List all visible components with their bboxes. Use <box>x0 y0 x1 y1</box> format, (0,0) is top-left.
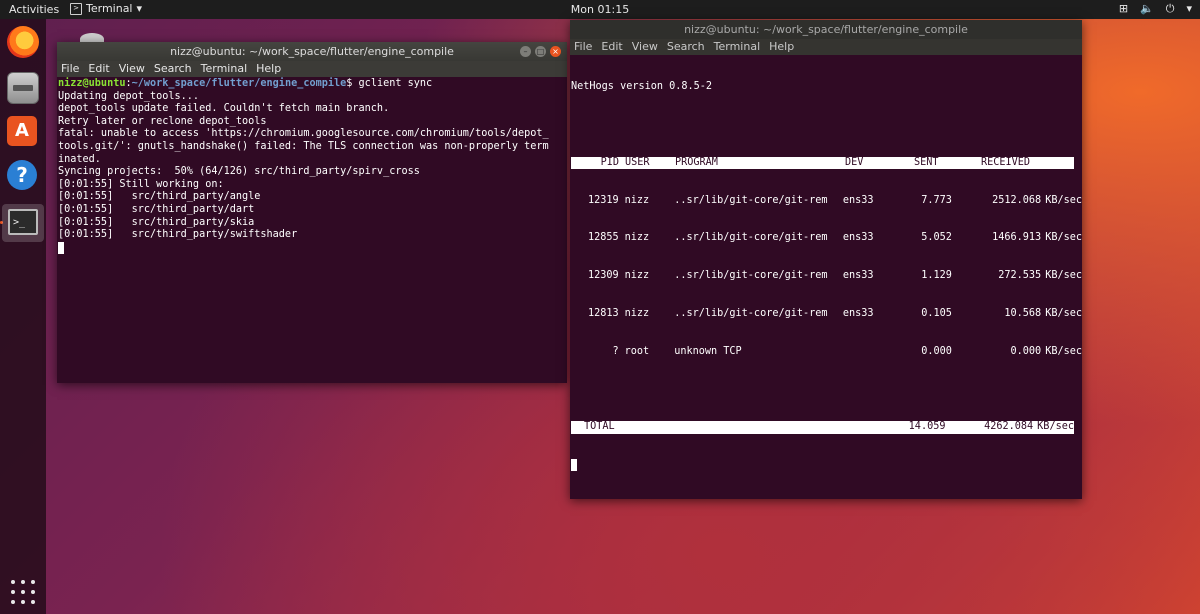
output-line: [0:01:55] Still working on: <box>58 178 224 190</box>
table-row: 12319 nizz ..sr/lib/git-core/git-rem ens… <box>587 194 1082 206</box>
output-line: Syncing projects: 50% (64/126) src/third… <box>58 166 420 178</box>
command-line: nizz@ubuntu:~/work_space/flutter/engine_… <box>58 78 433 89</box>
output-line: [0:01:55] src/third_party/skia <box>58 216 255 228</box>
window-title: nizz@ubuntu: ~/work_space/flutter/engine… <box>170 45 454 58</box>
output-line: [0:01:55] src/third_party/swiftshader <box>58 229 298 241</box>
output-line: [0:01:55] src/third_party/dart <box>58 203 255 215</box>
window-titlebar[interactable]: nizz@ubuntu: ~/work_space/flutter/engine… <box>570 20 1082 39</box>
activities-button[interactable]: Activities <box>9 3 59 16</box>
nethogs-version: NetHogs version 0.8.5-2 <box>571 81 713 93</box>
app-menu-label: Terminal <box>86 2 133 15</box>
total-row: TOTAL 14.059 4262.084 KB/sec <box>571 421 1074 434</box>
table-row: 12309 nizz ..sr/lib/git-core/git-rem ens… <box>587 270 1082 282</box>
terminal-output[interactable]: nizz@ubuntu:~/work_space/flutter/engine_… <box>57 77 567 254</box>
power-icon[interactable]: ⏻ <box>1166 2 1175 16</box>
firefox-icon[interactable] <box>7 26 39 58</box>
chevron-down-icon: ▾ <box>136 2 143 15</box>
top-bar: Activities > Terminal ▾ Mon 01:15 ⊞ 🔈 ⏻ … <box>0 0 1200 19</box>
nethogs-output[interactable]: NetHogs version 0.8.5-2 PID USER PROGRAM… <box>570 55 1082 497</box>
output-line: inated. <box>58 153 101 165</box>
menu-view[interactable]: View <box>632 39 658 55</box>
network-icon[interactable]: ⊞ <box>1119 2 1128 16</box>
close-icon[interactable]: × <box>550 46 561 57</box>
output-line: depot_tools update failed. Couldn't fetc… <box>58 103 390 115</box>
menu-view[interactable]: View <box>119 61 145 77</box>
help-icon[interactable]: ? <box>7 160 37 190</box>
prompt-path: ~/work_space/flutter/engine_compile <box>131 78 347 89</box>
output-line: Retry later or reclone depot_tools <box>58 115 267 127</box>
prompt-user: nizz@ubuntu <box>58 78 126 89</box>
menu-bar: File Edit View Search Terminal Help <box>57 61 567 77</box>
system-tray[interactable]: ⊞ 🔈 ⏻ ▾ <box>1119 2 1192 16</box>
prompt-command: $ gclient sync <box>346 78 433 89</box>
show-apps-icon[interactable] <box>11 580 35 604</box>
output-line: [0:01:55] src/third_party/angle <box>58 191 261 203</box>
menu-search[interactable]: Search <box>154 61 192 77</box>
maximize-icon[interactable]: □ <box>535 46 546 57</box>
menu-help[interactable]: Help <box>769 39 794 55</box>
menu-help[interactable]: Help <box>256 61 281 77</box>
text-cursor <box>571 459 577 471</box>
terminal-window-gclient[interactable]: nizz@ubuntu: ~/work_space/flutter/engine… <box>57 42 567 383</box>
clock[interactable]: Mon 01:15 <box>0 3 1200 16</box>
minimize-icon[interactable]: – <box>520 46 531 57</box>
menu-file[interactable]: File <box>574 39 592 55</box>
table-header: PID USER PROGRAM DEV SENT RECEIVED <box>571 156 1074 170</box>
text-cursor <box>58 241 64 254</box>
files-icon[interactable] <box>7 72 39 104</box>
terminal-icon[interactable]: >_ <box>2 204 44 242</box>
window-titlebar[interactable]: nizz@ubuntu: ~/work_space/flutter/engine… <box>57 42 567 61</box>
menu-file[interactable]: File <box>61 61 79 77</box>
menu-edit[interactable]: Edit <box>88 61 109 77</box>
volume-icon[interactable]: 🔈 <box>1140 2 1154 16</box>
output-line: Updating depot_tools... <box>58 90 200 102</box>
output-line: fatal: unable to access 'https://chromiu… <box>58 128 549 140</box>
menu-edit[interactable]: Edit <box>601 39 622 55</box>
chevron-down-icon[interactable]: ▾ <box>1186 2 1192 16</box>
dock: A ? >_ <box>0 19 46 614</box>
app-menu[interactable]: > Terminal ▾ <box>70 2 142 15</box>
terminal-small-icon: > <box>70 2 82 15</box>
menu-bar: File Edit View Search Terminal Help <box>570 39 1082 55</box>
menu-terminal[interactable]: Terminal <box>714 39 761 55</box>
terminal-window-nethogs[interactable]: nizz@ubuntu: ~/work_space/flutter/engine… <box>570 20 1082 499</box>
table-row: 12813 nizz ..sr/lib/git-core/git-rem ens… <box>587 307 1082 319</box>
window-title: nizz@ubuntu: ~/work_space/flutter/engine… <box>684 23 968 36</box>
menu-terminal[interactable]: Terminal <box>201 61 248 77</box>
menu-search[interactable]: Search <box>667 39 705 55</box>
table-row: ? root unknown TCP 0.000 0.000 KB/sec <box>612 345 1082 357</box>
output-line: tools.git/': gnutls_handshake() failed: … <box>58 140 549 152</box>
software-icon[interactable]: A <box>7 116 37 146</box>
table-row: 12855 nizz ..sr/lib/git-core/git-rem ens… <box>587 232 1082 244</box>
